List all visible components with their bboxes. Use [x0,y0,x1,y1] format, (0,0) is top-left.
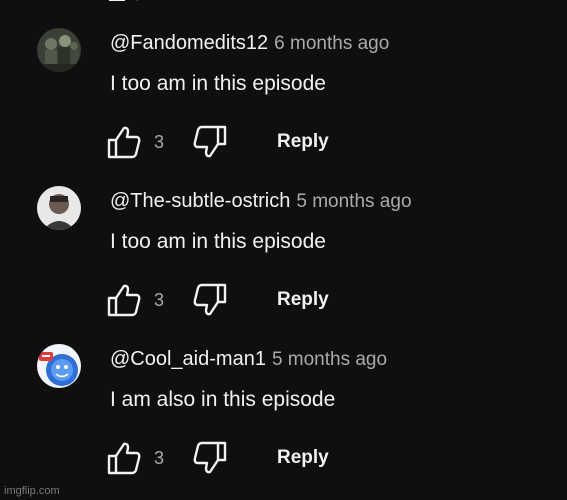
comment-author[interactable]: @Fandomedits12 [110,32,268,54]
comment-actions: 3 Reply [106,282,406,318]
thumbs-up-icon [107,442,141,475]
like-button[interactable] [106,124,144,160]
thumbs-up-icon [107,284,141,317]
dislike-button[interactable] [190,440,228,476]
like-count: 3 [154,132,165,152]
comment-timestamp[interactable]: 6 months ago [274,33,389,54]
like-count: 3 [154,290,165,310]
comment-header: @Fandomedits12 6 months ago [110,30,389,58]
thumbs-down-icon [193,125,227,158]
dark-figures-avatar[interactable] [37,28,81,72]
comments-screen: @Fandomedits12 6 months ago I too am in t… [0,0,567,500]
watermark: imgflip.com [4,485,60,497]
comment-timestamp[interactable]: 5 months ago [296,191,411,212]
comment-header: @The-subtle-ostrich 5 months ago [110,188,412,216]
comment-text: I am also in this episode [110,388,336,411]
dislike-button[interactable] [190,124,228,160]
comment-actions: 3 Reply [106,440,406,476]
comment-author[interactable]: @The-subtle-ostrich [110,190,290,212]
reply-button[interactable]: Reply [277,131,329,153]
reply-button[interactable]: Reply [277,447,329,469]
comment-author[interactable]: @Cool_aid-man1 [110,348,266,370]
like-count: 3 [154,448,165,468]
comment-timestamp[interactable]: 5 months ago [272,349,387,370]
comment-text: I too am in this episode [110,230,326,253]
comment-text: I too am in this episode [110,72,326,95]
comment-item: @Fandomedits12 6 months ago I too am in t… [0,28,567,186]
comment-actions: 3 Reply [106,124,406,160]
thumbs-down-icon [193,441,227,474]
like-button[interactable] [106,440,144,476]
dislike-button[interactable] [190,282,228,318]
kool-aid-avatar[interactable] [37,344,81,388]
person-photo-avatar[interactable] [37,186,81,230]
previous-comment-actions-clipped [105,0,145,6]
comment-item: @The-subtle-ostrich 5 months ago I too am… [0,186,567,344]
comment-item: @Cool_aid-man1 5 months ago I am also in … [0,344,567,500]
thumbs-up-icon [107,126,141,159]
reply-button[interactable]: Reply [277,289,329,311]
thumbs-down-icon [193,283,227,316]
like-button[interactable] [106,282,144,318]
comment-header: @Cool_aid-man1 5 months ago [110,346,387,374]
